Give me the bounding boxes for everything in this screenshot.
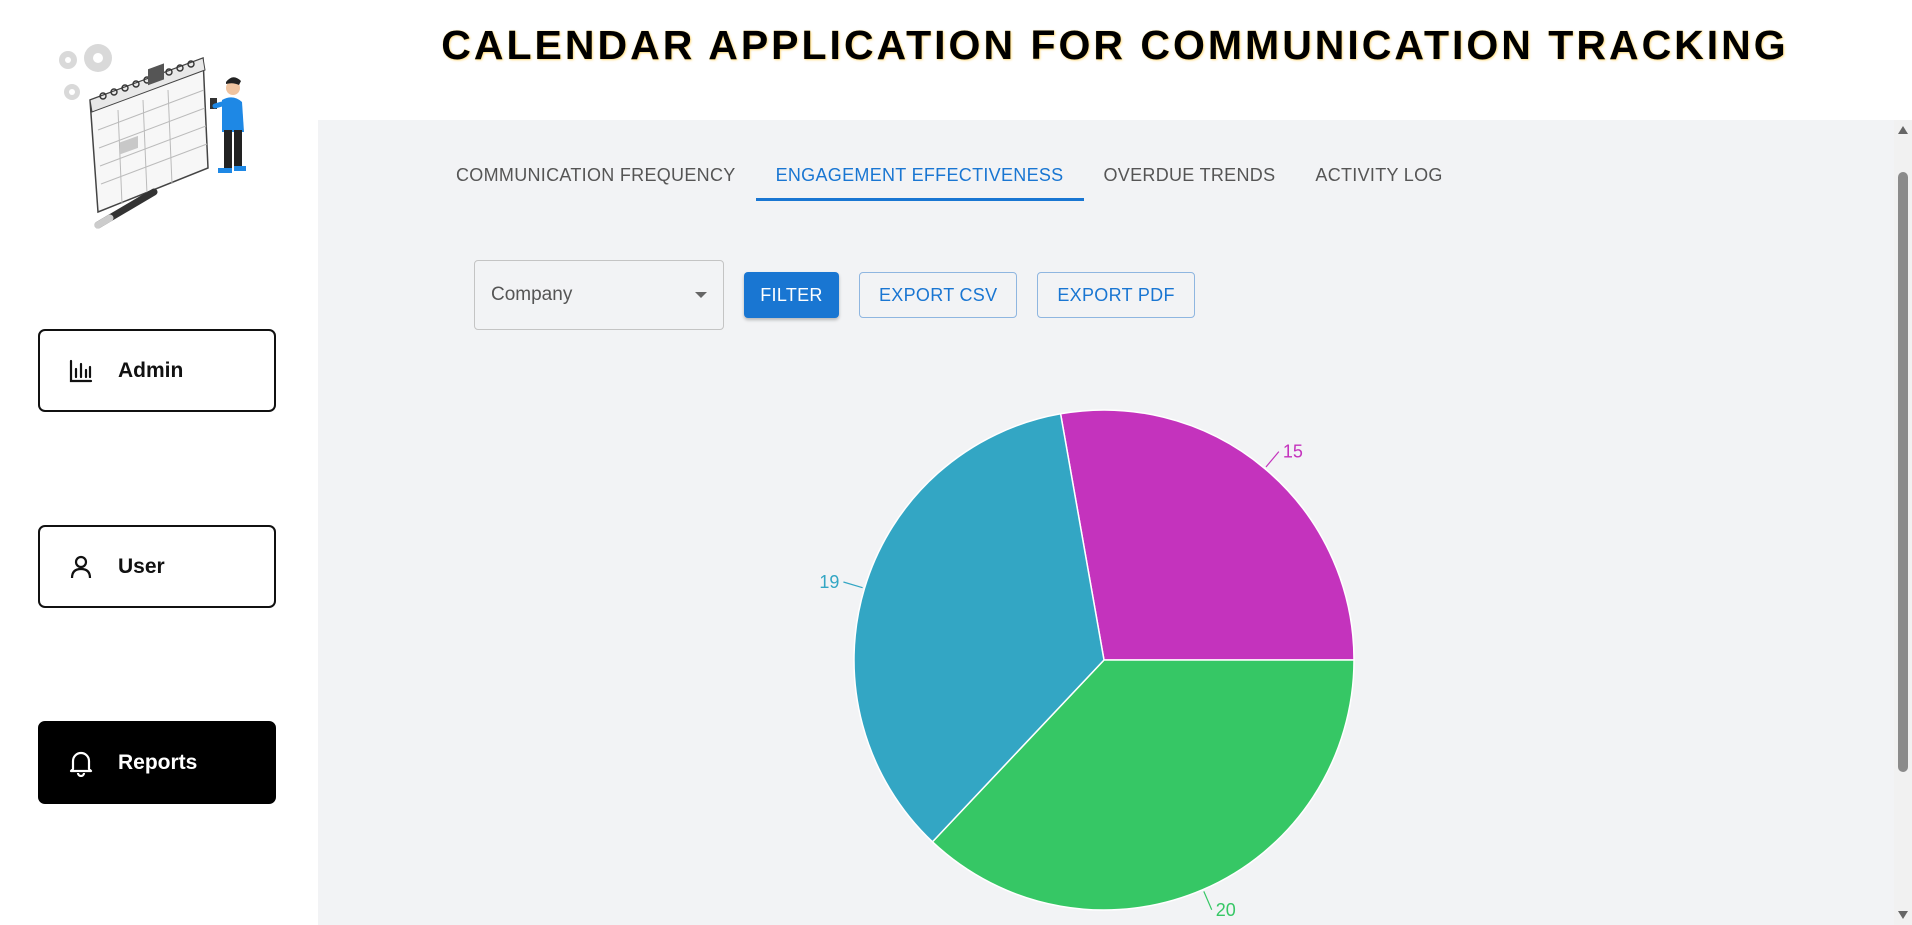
reports-panel: COMMUNICATION FREQUENCY ENGAGEMENT EFFEC…	[318, 120, 1894, 925]
bar-chart-icon	[66, 356, 96, 386]
scroll-down-icon[interactable]	[1898, 911, 1908, 919]
sidebar-item-user[interactable]: User	[38, 525, 276, 608]
pie-data-label: 15	[1283, 442, 1303, 462]
bell-icon	[66, 748, 96, 778]
pie-label-leader	[843, 581, 863, 589]
calendar-illustration-logo	[59, 44, 246, 229]
sidebar-item-label: Admin	[118, 358, 184, 382]
scroll-thumb[interactable]	[1898, 172, 1908, 772]
pie-label-leader	[1203, 891, 1213, 910]
sidebar-item-reports[interactable]: Reports	[38, 721, 276, 804]
sidebar-item-label: User	[118, 554, 165, 578]
scroll-up-icon[interactable]	[1898, 126, 1908, 134]
sidebar-item-label: Reports	[118, 750, 198, 774]
vertical-scrollbar[interactable]	[1894, 120, 1912, 925]
sidebar-item-admin[interactable]: Admin	[38, 329, 276, 412]
page-title: CALENDAR APPLICATION FOR COMMUNICATION T…	[441, 22, 1789, 68]
pie-slice[interactable]	[1059, 409, 1355, 661]
engagement-pie-chart: 15 20 19	[819, 409, 1355, 920]
pie-label-leader	[1265, 451, 1280, 468]
pie-data-label: 20	[1216, 900, 1236, 920]
person-icon	[66, 552, 96, 582]
sidebar: Admin User Reports	[0, 0, 318, 925]
pie-data-label: 19	[819, 572, 839, 592]
